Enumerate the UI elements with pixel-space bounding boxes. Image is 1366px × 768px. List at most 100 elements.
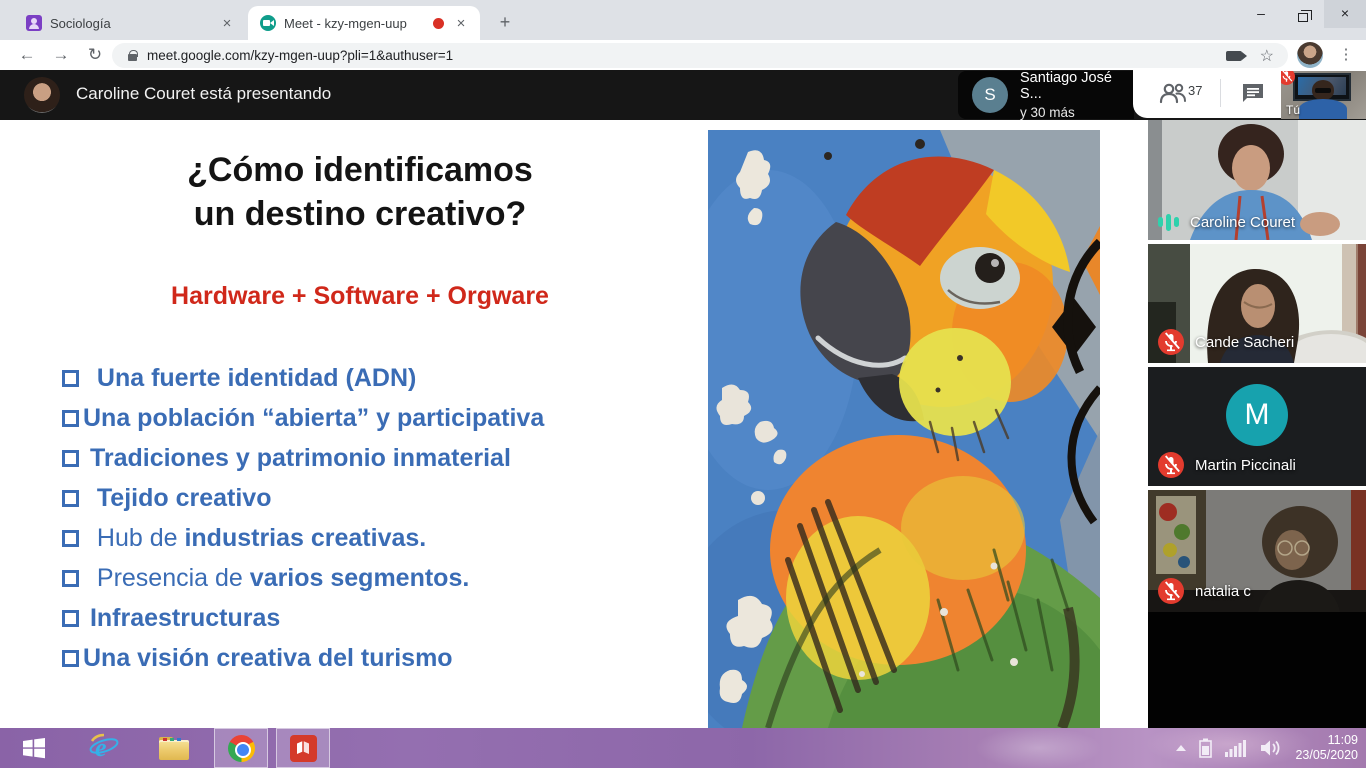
tab-title: Sociología	[50, 16, 210, 31]
tab-close-icon[interactable]: ×	[218, 15, 236, 32]
checkbox-bullet-icon	[62, 410, 79, 427]
presenting-banner: Caroline Couret está presentando	[76, 84, 331, 104]
clock-time: 11:09	[1295, 733, 1358, 748]
system-tray: 11:09 23/05/2020	[1176, 728, 1358, 768]
bookmark-star-icon[interactable]: ☆	[1260, 46, 1274, 66]
bullet-item: Una fuerte identidad (ADN)	[62, 358, 662, 398]
browser-menu-button[interactable]: ⋮	[1334, 42, 1358, 68]
initial-avatar: M	[1226, 384, 1288, 446]
chrome-icon	[228, 735, 255, 762]
address-bar[interactable]: meet.google.com/kzy-mgen-uup?pli=1&authu…	[112, 43, 1288, 68]
chrome-taskbar-button[interactable]	[214, 728, 268, 768]
start-button[interactable]	[8, 728, 60, 768]
toast-line2: y 30 más	[1020, 105, 1134, 120]
tab-close-icon[interactable]: ×	[452, 15, 470, 32]
self-label: Tú	[1286, 103, 1300, 117]
participant-name: Cande Sacheri	[1195, 334, 1294, 351]
bullet-list: Una fuerte identidad (ADN) Una población…	[62, 358, 662, 678]
window-close-button[interactable]: ×	[1324, 0, 1366, 28]
url-text[interactable]: meet.google.com/kzy-mgen-uup?pli=1&authu…	[147, 48, 1226, 63]
slide-subtitle: Hardware + Software + Orgware	[70, 282, 650, 311]
camera-in-use-icon[interactable]	[1226, 51, 1242, 61]
folder-icon	[159, 737, 189, 760]
bullet-item: Tejido creativo	[62, 478, 662, 518]
tab-title: Meet - kzy-mgen-uup	[284, 16, 425, 31]
media-recording-indicator-icon	[433, 18, 444, 29]
sunglasses	[1315, 88, 1331, 93]
participant-initial-avatar: S	[972, 77, 1008, 113]
clock-date: 23/05/2020	[1295, 748, 1358, 763]
browser-toolbar: ← → ↻ meet.google.com/kzy-mgen-uup?pli=1…	[0, 40, 1366, 70]
checkbox-bullet-icon	[62, 450, 79, 467]
network-signal-icon[interactable]	[1225, 739, 1247, 757]
self-video-pip[interactable]: Tú	[1281, 71, 1366, 119]
forward-button[interactable]: →	[48, 42, 74, 68]
battery-icon[interactable]	[1199, 738, 1212, 758]
video-tile-caroline[interactable]: Caroline Couret	[1148, 120, 1366, 240]
self-person-body	[1299, 99, 1347, 119]
presenter-avatar	[24, 77, 60, 113]
internet-explorer-button[interactable]: e	[78, 728, 130, 768]
taskbar-clock[interactable]: 11:09 23/05/2020	[1295, 733, 1358, 763]
speaking-indicator-icon	[1158, 212, 1179, 232]
checkbox-bullet-icon	[62, 490, 79, 507]
chat-icon[interactable]	[1241, 82, 1265, 104]
filmstrip-empty-area	[1148, 612, 1366, 728]
video-tile-cande[interactable]: Cande Sacheri	[1148, 244, 1366, 363]
meet-favicon-icon	[260, 15, 276, 31]
bullet-item: Presencia de varios segmentos.	[62, 558, 662, 598]
tab-strip: Sociología × Meet - kzy-mgen-uup × + – ×	[0, 0, 1366, 40]
window-minimize-button[interactable]: –	[1240, 0, 1282, 28]
video-tile-natalia[interactable]: natalia c	[1148, 490, 1366, 612]
pdf-app-taskbar-button[interactable]	[276, 728, 330, 768]
internet-explorer-icon: e	[88, 733, 120, 763]
bullet-item: Tradiciones y patrimonio inmaterial	[62, 438, 662, 478]
mic-muted-icon	[1158, 452, 1184, 478]
checkbox-bullet-icon	[62, 370, 79, 387]
bullet-item: Una población “abierta” y participativa	[62, 398, 662, 438]
secure-lock-icon	[128, 54, 137, 61]
windows-logo-icon	[21, 736, 47, 760]
participant-count-badge: 37	[1188, 83, 1202, 105]
checkbox-bullet-icon	[62, 530, 79, 547]
tab-meet[interactable]: Meet - kzy-mgen-uup ×	[248, 6, 480, 40]
participant-name: Martin Piccinali	[1195, 457, 1296, 474]
restore-icon	[1298, 13, 1308, 22]
bullet-item: Una visión creativa del turismo	[62, 638, 662, 678]
bullet-item: Infraestructuras	[62, 598, 662, 638]
bullet-item: Hub de industrias creativas.	[62, 518, 662, 558]
slide-title: ¿Cómo identificamos un destino creativo?	[70, 148, 650, 236]
participant-name: natalia c	[1195, 583, 1251, 600]
slide-title-line2: un destino creativo?	[70, 192, 650, 236]
participants-toast[interactable]: S Santiago José S... y 30 más	[958, 71, 1134, 119]
checkbox-bullet-icon	[62, 610, 79, 627]
file-explorer-button[interactable]	[148, 728, 200, 768]
window-controls: – ×	[1240, 0, 1366, 28]
tray-expand-icon[interactable]	[1176, 745, 1186, 751]
mic-muted-icon	[1158, 329, 1184, 355]
divider	[1220, 79, 1221, 107]
tab-sociologia[interactable]: Sociología ×	[14, 6, 246, 40]
mic-muted-icon	[1158, 578, 1184, 604]
back-button[interactable]: ←	[14, 42, 40, 68]
toast-line1: Santiago José S...	[1020, 70, 1134, 102]
reload-button[interactable]: ↻	[82, 42, 108, 68]
new-tab-button[interactable]: +	[492, 10, 518, 36]
participants-button[interactable]: 37	[1159, 81, 1202, 105]
people-icon	[1159, 81, 1187, 105]
mic-muted-icon	[1281, 71, 1295, 85]
window-restore-button[interactable]	[1282, 0, 1324, 28]
sociologia-favicon-icon	[26, 15, 42, 31]
pdf-app-icon	[290, 735, 317, 762]
video-tile-martin[interactable]: M Martin Piccinali	[1148, 367, 1366, 486]
presentation-slide: ¿Cómo identificamos un destino creativo?…	[0, 120, 1148, 728]
participants-filmstrip: Caroline Couret Cande Sac	[1148, 120, 1366, 728]
volume-icon[interactable]	[1260, 739, 1282, 757]
screen: Sociología × Meet - kzy-mgen-uup × + – ×…	[0, 0, 1366, 768]
slide-title-line1: ¿Cómo identificamos	[70, 148, 650, 192]
parrot-mural-image	[708, 130, 1100, 728]
checkbox-bullet-icon	[62, 570, 79, 587]
participant-name: Caroline Couret	[1190, 214, 1295, 231]
checkbox-bullet-icon	[62, 650, 79, 667]
browser-profile-avatar[interactable]	[1297, 42, 1323, 68]
